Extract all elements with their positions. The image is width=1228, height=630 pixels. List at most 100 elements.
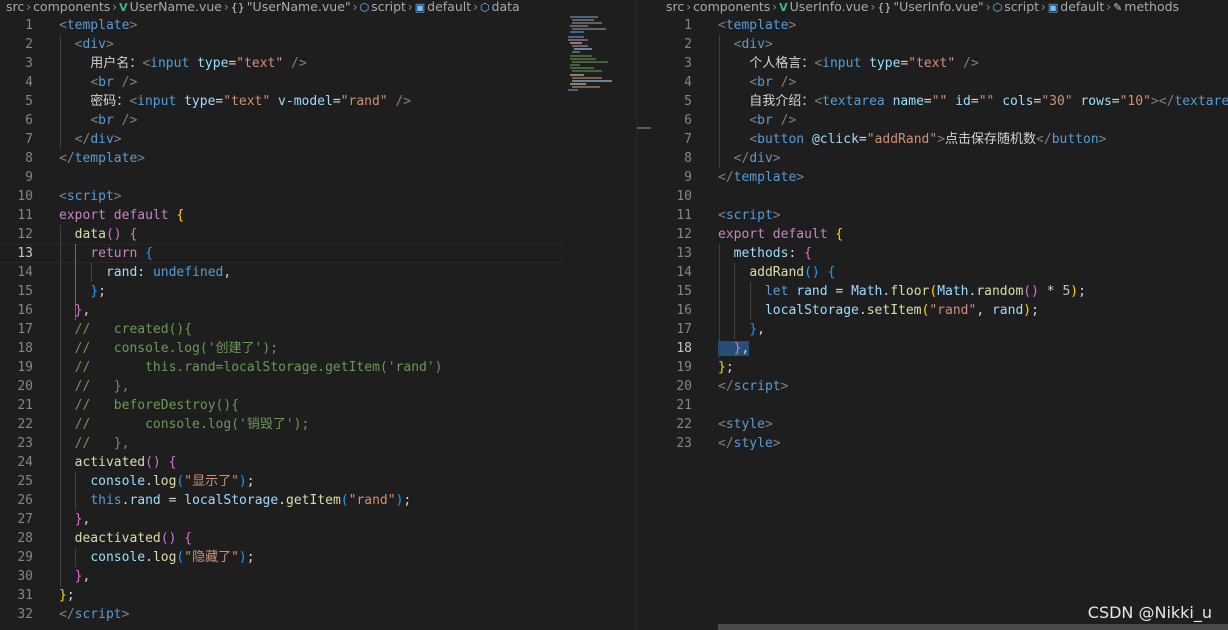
code-line[interactable]: 31}; [0,586,636,605]
breadcrumb-item[interactable]: {} "UserInfo.vue" [877,0,983,14]
code-line[interactable]: 3 个人格言：<input type="text" /> [651,54,1228,73]
code-line[interactable]: 13 return { [0,244,636,263]
code-line[interactable]: 14 addRand() { [651,263,1228,282]
line-number: 12 [676,227,692,242]
breadcrumb-item[interactable]: ⬡ script [359,0,405,14]
pane-divider[interactable] [636,0,652,630]
left-minimap[interactable] [566,14,626,94]
code-line[interactable]: 18 }, [651,339,1228,358]
breadcrumb-item[interactable]: ⬡ data [480,0,520,14]
code-line[interactable]: 9 [0,168,636,187]
code-line[interactable]: 12 export default { [651,225,1228,244]
code-line[interactable]: 12 data() { [0,225,636,244]
code-line[interactable]: 8 </div> [651,149,1228,168]
code-line[interactable]: 7 </div> [0,130,636,149]
code-line[interactable]: 14 rand: undefined, [0,263,636,282]
breadcrumb-item[interactable]: components [33,0,110,13]
line-text: </div> [718,149,781,168]
code-line[interactable]: 20 </script> [651,377,1228,396]
code-token: ) [238,474,247,489]
code-line[interactable]: 7 <button @click="addRand">点击保存随机数</butt… [651,130,1228,149]
line-number: 8 [684,151,692,166]
code-line[interactable]: 27 }, [0,510,636,529]
code-line[interactable]: 1 <template> [0,16,636,35]
code-line[interactable]: 21 // beforeDestroy(){ [0,396,636,415]
code-line[interactable]: 29 console.log("隐藏了"); [0,548,636,567]
code-line[interactable]: 4 <br /> [0,73,636,92]
code-line[interactable]: 15 let rand = Math.floor(Math.random() *… [651,282,1228,301]
code-line[interactable]: 24 activated() { [0,453,636,472]
minimap-line [570,64,580,66]
code-line[interactable]: 16 }, [0,301,636,320]
code-line[interactable]: 23 </style> [651,434,1228,453]
code-line[interactable]: 10 <script> [0,187,636,206]
code-line[interactable]: 22 // console.log('销毁了'); [0,415,636,434]
code-line[interactable]: 17 }, [651,320,1228,339]
right-breadcrumb[interactable]: src › components › V UserInfo.vue ›{} "UserInfo… [651,0,1228,14]
breadcrumb-item[interactable]: ✎ methods [1113,0,1179,14]
code-line[interactable]: 1 <template> [651,16,1228,35]
code-line[interactable]: 15 }; [0,282,636,301]
code-line[interactable]: 11 <script> [651,206,1228,225]
breadcrumb-item[interactable]: ▣ default [415,0,471,14]
code-token: </ [59,607,75,622]
code-line[interactable]: 20 // }, [0,377,636,396]
minimap-line [572,22,602,24]
code-line[interactable]: 28 deactivated() { [0,529,636,548]
code-line[interactable]: 26 this.rand = localStorage.getItem("ran… [0,491,636,510]
code-line[interactable]: 2 <div> [0,35,636,54]
code-line[interactable]: 18 // console.log('创建了'); [0,339,636,358]
code-line[interactable]: 13 methods: { [651,244,1228,263]
code-token: < [718,208,726,223]
breadcrumb-item[interactable]: V UserName.vue [119,0,222,14]
line-number: 9 [684,170,692,185]
horizontal-scrollbar[interactable] [718,624,1228,630]
code-line[interactable]: 5 密码：<input type="text" v-model="rand" /… [0,92,636,111]
code-line[interactable]: 2 <div> [651,35,1228,54]
code-line[interactable]: 6 <br /> [0,111,636,130]
code-line[interactable]: 23 // }, [0,434,636,453]
code-line[interactable]: 19 // this.rand=localStorage.getItem('ra… [0,358,636,377]
code-line[interactable]: 19}; [651,358,1228,377]
right-editor-pane[interactable]: src › components › V UserInfo.vue ›{} "UserInfo… [651,0,1228,630]
line-number: 15 [676,284,692,299]
left-editor-pane[interactable]: src › components › V UserName.vue ›{} "UserName… [0,0,636,630]
breadcrumb-item[interactable]: components [693,0,770,13]
code-line[interactable]: 3 用户名：<input type="text" /> [0,54,636,73]
code-line[interactable]: 22 <style> [651,415,1228,434]
code-line[interactable]: 17 // created(){ [0,320,636,339]
breadcrumb-item[interactable]: src [666,0,684,13]
code-line[interactable]: 6 <br /> [651,111,1228,130]
code-line[interactable]: 10 [651,187,1228,206]
breadcrumb-item[interactable]: {} "UserName.vue" [231,0,351,14]
code-token: = [970,94,979,109]
code-token: { [835,227,844,242]
code-line[interactable]: 32 </script> [0,605,636,624]
breadcrumb-item[interactable]: ⬡ script [993,0,1039,14]
code-token: name [892,94,924,109]
breadcrumb-item[interactable]: src [6,0,24,13]
breadcrumb-item[interactable]: ▣ default [1048,0,1104,14]
left-breadcrumb[interactable]: src › components › V UserName.vue ›{} "UserName… [0,0,636,14]
breadcrumb-item[interactable]: V UserInfo.vue [779,0,868,14]
line-text: <script> [59,187,122,206]
code-line[interactable]: 21 [651,396,1228,415]
code-token: , [82,569,91,584]
code-token: () [105,227,122,242]
code-line[interactable]: 4 <br /> [651,73,1228,92]
code-line[interactable]: 25 console.log("显示了"); [0,472,636,491]
line-text: deactivated() { [59,529,192,548]
code-token: getItem [286,493,341,508]
code-line[interactable]: 8 </template> [0,149,636,168]
code-line[interactable]: 5 自我介绍：<textarea name="" id="" cols="30"… [651,92,1228,111]
code-line[interactable]: 30 }, [0,567,636,586]
code-token: "30" [1041,94,1073,109]
code-line[interactable]: 11 export default { [0,206,636,225]
code-token: data [74,227,106,242]
code-line[interactable]: 9 </template> [651,168,1228,187]
line-number: 22 [676,417,692,432]
code-line[interactable]: 16 localStorage.setItem("rand", rand); [651,301,1228,320]
